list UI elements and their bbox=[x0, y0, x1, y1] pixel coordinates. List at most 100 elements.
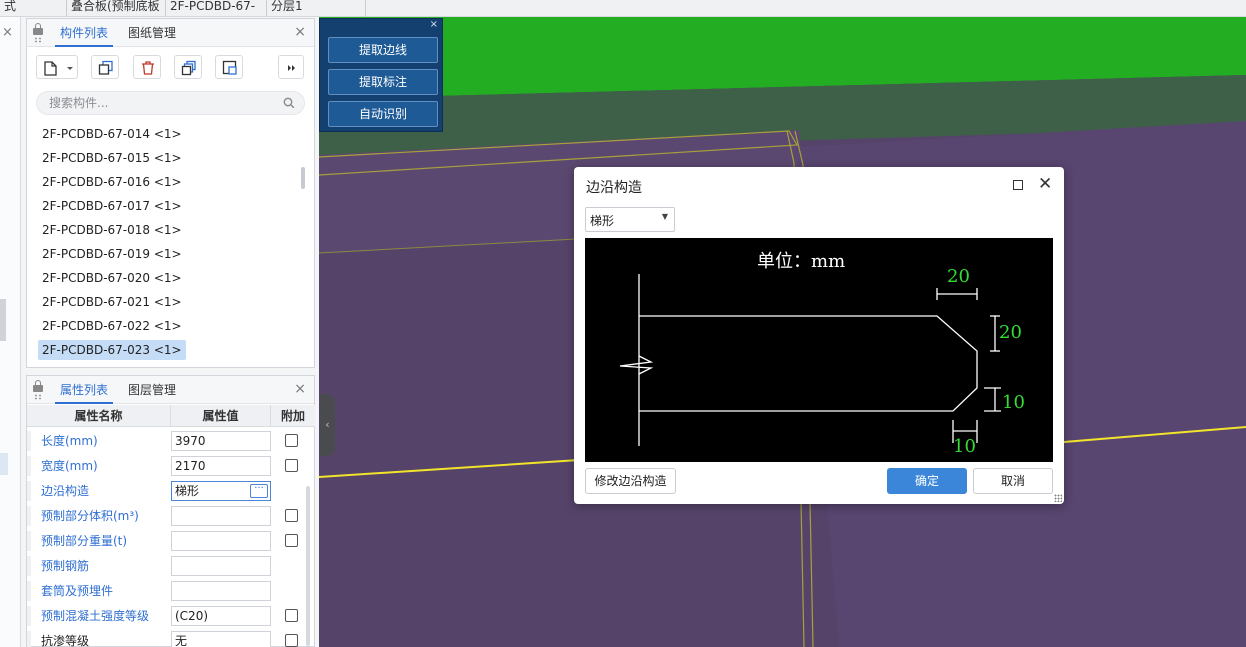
property-name: 边沿构造 bbox=[41, 484, 90, 498]
property-value-field[interactable]: 2170 bbox=[171, 456, 271, 476]
extra-checkbox[interactable] bbox=[285, 459, 298, 472]
close-icon[interactable]: × bbox=[294, 381, 306, 397]
ok-button[interactable]: 确定 bbox=[887, 468, 967, 494]
edge-type-select[interactable]: 梯形 ▼ bbox=[585, 207, 675, 232]
extract-annotation-button[interactable]: 提取标注 bbox=[328, 69, 438, 95]
property-value-field[interactable]: (C20) bbox=[171, 606, 271, 626]
lock-icon[interactable] bbox=[33, 23, 43, 43]
property-name: 预制部分重量(t) bbox=[41, 534, 128, 548]
duplicate-layer-button[interactable] bbox=[174, 55, 202, 79]
property-value-field[interactable]: 梯形 ··· bbox=[171, 481, 271, 501]
property-name: 抗渗等级 bbox=[41, 634, 90, 647]
edge-section-drawing: 单位：mm 20 20 10 10 bbox=[619, 251, 1025, 457]
list-item[interactable]: 2F-PCDBD-67-018 <1> bbox=[38, 220, 186, 240]
maximize-icon[interactable] bbox=[1013, 180, 1023, 190]
close-icon[interactable]: × bbox=[2, 25, 13, 40]
list-item[interactable]: 2F-PCDBD-67-015 <1> bbox=[38, 148, 186, 168]
component-list-panel: 构件列表 图纸管理 × 2F-PCDBD-67-014 <1> 2F-PCDBD-… bbox=[26, 18, 315, 368]
list-item[interactable]: 2F-PCDBD-67-016 <1> bbox=[38, 172, 186, 192]
property-value-field[interactable]: 无 bbox=[171, 631, 271, 647]
property-list-panel: 属性列表 图层管理 × 属性名称 属性值 附加 长度(mm) 3970 宽度(mm)… bbox=[26, 375, 315, 647]
row-gutter bbox=[27, 531, 31, 551]
copy-component-button[interactable] bbox=[91, 55, 119, 79]
list-item[interactable]: 2F-PCDBD-67-014 <1> bbox=[38, 124, 186, 144]
cancel-button[interactable]: 取消 bbox=[973, 468, 1053, 494]
delete-component-button[interactable] bbox=[133, 55, 161, 79]
component-name-dropdown[interactable]: 2F-PCDBD-67- bbox=[166, 0, 267, 17]
list-item[interactable]: 2F-PCDBD-67-022 <1> bbox=[38, 316, 186, 336]
layer-label: 分层1 bbox=[271, 0, 303, 13]
modify-edge-button[interactable]: 修改边沿构造 bbox=[585, 468, 676, 494]
expand-toolbar-button[interactable] bbox=[278, 55, 304, 79]
export-component-button[interactable] bbox=[215, 55, 243, 79]
extra-checkbox[interactable] bbox=[285, 434, 298, 447]
property-name: 套筒及预埋件 bbox=[41, 584, 114, 598]
tab-layer-management[interactable]: 图层管理 bbox=[123, 376, 181, 404]
column-header-name: 属性名称 bbox=[27, 405, 171, 427]
property-value-field[interactable] bbox=[171, 531, 271, 551]
close-icon[interactable]: × bbox=[294, 24, 306, 40]
list-item[interactable]: 2F-PCDBD-67-023 <1> bbox=[38, 340, 186, 360]
mode-dropdown-label: 式 bbox=[4, 0, 17, 13]
extra-checkbox[interactable] bbox=[285, 609, 298, 622]
property-scrollbar[interactable] bbox=[306, 486, 310, 646]
layer-dropdown[interactable]: 分层1 bbox=[267, 0, 366, 17]
property-value: 2170 bbox=[175, 459, 206, 473]
component-type-dropdown[interactable]: 叠合板(预制底板 bbox=[67, 0, 166, 17]
property-name: 长度(mm) bbox=[41, 434, 98, 448]
dialog-title: 边沿构造 bbox=[586, 180, 642, 196]
tab-component-list[interactable]: 构件列表 bbox=[55, 19, 114, 47]
row-gutter bbox=[27, 431, 31, 451]
list-scrollbar[interactable] bbox=[301, 167, 305, 189]
new-component-button[interactable] bbox=[36, 55, 78, 79]
property-name: 预制混凝土强度等级 bbox=[41, 609, 150, 623]
chevron-down-icon: ▼ bbox=[661, 212, 668, 221]
dimension-label: 10 bbox=[953, 436, 976, 457]
row-gutter bbox=[27, 456, 31, 476]
search-icon[interactable] bbox=[283, 97, 295, 109]
edge-construction-dialog: 边沿构造 ✕ 梯形 ▼ 单位：mm 20 20 10 10 修改边沿构造 确定 … bbox=[574, 167, 1064, 504]
property-value-field[interactable] bbox=[171, 581, 271, 601]
more-options-button[interactable]: ··· bbox=[250, 484, 268, 498]
dimension-label: 20 bbox=[999, 322, 1022, 343]
layers-copy-icon bbox=[181, 60, 196, 76]
list-item[interactable]: 2F-PCDBD-67-021 <1> bbox=[38, 292, 186, 312]
extra-checkbox[interactable] bbox=[285, 634, 298, 647]
property-value-field[interactable]: 3970 bbox=[171, 431, 271, 451]
extract-edge-button[interactable]: 提取边线 bbox=[328, 37, 438, 63]
list-item[interactable]: 2F-PCDBD-67-017 <1> bbox=[38, 196, 186, 216]
list-item[interactable]: 2F-PCDBD-67-019 <1> bbox=[38, 244, 186, 264]
edge-preview-canvas: 单位：mm 20 20 10 10 bbox=[585, 238, 1053, 462]
row-gutter bbox=[27, 631, 31, 647]
search-input[interactable] bbox=[49, 95, 269, 111]
component-type-label: 叠合板(预制底板 bbox=[71, 0, 160, 13]
column-header-extra: 附加 bbox=[271, 405, 315, 427]
component-search[interactable] bbox=[36, 91, 305, 115]
mode-dropdown[interactable]: 式 bbox=[0, 0, 67, 17]
new-file-icon bbox=[44, 61, 73, 76]
row-gutter bbox=[27, 506, 31, 526]
property-name: 预制钢筋 bbox=[41, 559, 90, 573]
property-name: 预制部分体积(m³) bbox=[41, 509, 139, 523]
property-value-field[interactable] bbox=[171, 506, 271, 526]
list-item[interactable]: 2F-PCDBD-67-020 <1> bbox=[38, 268, 186, 288]
tab-drawing-management[interactable]: 图纸管理 bbox=[123, 19, 181, 47]
close-icon[interactable]: × bbox=[430, 19, 438, 30]
copy-icon bbox=[98, 60, 113, 75]
dock-handle[interactable] bbox=[0, 299, 6, 341]
property-value-field[interactable] bbox=[171, 556, 271, 576]
auto-recognize-button[interactable]: 自动识别 bbox=[328, 101, 438, 127]
extra-checkbox[interactable] bbox=[285, 534, 298, 547]
export-icon bbox=[222, 60, 237, 75]
row-gutter bbox=[27, 606, 31, 626]
collapse-panel-button[interactable]: ‹ bbox=[320, 394, 335, 456]
trash-icon bbox=[142, 61, 154, 75]
property-name: 宽度(mm) bbox=[41, 459, 98, 473]
close-icon[interactable]: ✕ bbox=[1038, 174, 1052, 194]
extra-checkbox[interactable] bbox=[285, 509, 298, 522]
lock-icon[interactable] bbox=[33, 380, 43, 400]
left-dock-strip: × bbox=[0, 17, 21, 647]
resize-grip-icon[interactable] bbox=[1054, 494, 1062, 502]
tab-property-list[interactable]: 属性列表 bbox=[55, 376, 114, 404]
component-name-label: 2F-PCDBD-67- bbox=[170, 0, 256, 13]
